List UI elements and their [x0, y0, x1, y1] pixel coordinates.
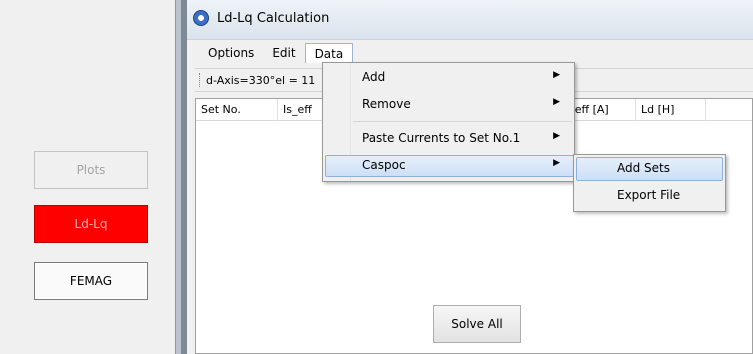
menu-item-label: Remove	[362, 97, 411, 111]
window-title: Ld-Lq Calculation	[217, 11, 330, 26]
menu-item-add-sets[interactable]: Add Sets	[576, 157, 723, 181]
caspoc-submenu: Add Sets Export File	[573, 154, 726, 212]
menu-item-label: Export File	[617, 188, 681, 202]
menu-item-label: Caspoc	[362, 158, 406, 172]
data-menu-dropdown: Add ▶ Remove ▶ Paste Currents to Set No.…	[322, 62, 575, 182]
d-axis-readout: d-Axis=330°el = 11	[206, 73, 316, 87]
plots-button[interactable]: Plots	[34, 151, 148, 189]
screen-root: Plots Ld-Lq FEMAG Ld-Lq Calculation Opti…	[0, 0, 753, 354]
menu-item-label: Add	[362, 70, 386, 84]
menu-item-caspoc[interactable]: Caspoc ▶	[325, 155, 574, 177]
menu-item-remove[interactable]: Remove ▶	[325, 94, 574, 116]
femag-button[interactable]: FEMAG	[34, 262, 148, 300]
menu-data[interactable]: Data	[304, 43, 354, 63]
menu-bar: Options Edit Data	[199, 42, 753, 64]
submenu-arrow-icon: ▶	[553, 131, 560, 141]
toolbar-grip-icon[interactable]	[199, 73, 202, 87]
menu-item-export-file[interactable]: Export File	[576, 184, 723, 208]
window-titlebar[interactable]: Ld-Lq Calculation	[187, 0, 753, 40]
submenu-arrow-icon: ▶	[553, 97, 560, 107]
column-header-set-no[interactable]: Set No.	[196, 99, 278, 121]
menu-item-paste-currents[interactable]: Paste Currents to Set No.1 ▶	[325, 128, 574, 150]
menu-item-label: Paste Currents to Set No.1	[362, 131, 521, 145]
submenu-arrow-icon: ▶	[553, 158, 560, 168]
app-icon	[193, 10, 209, 26]
ld-lq-button[interactable]: Ld-Lq	[34, 205, 148, 243]
menu-separator	[353, 121, 572, 122]
submenu-arrow-icon: ▶	[553, 70, 560, 80]
menu-item-label: Add Sets	[617, 161, 671, 175]
menu-edit[interactable]: Edit	[263, 43, 304, 63]
solve-all-button[interactable]: Solve All	[433, 305, 521, 343]
menu-item-add[interactable]: Add ▶	[325, 67, 574, 89]
menu-options[interactable]: Options	[199, 43, 263, 63]
column-header-ld[interactable]: Ld [H]	[636, 99, 706, 121]
